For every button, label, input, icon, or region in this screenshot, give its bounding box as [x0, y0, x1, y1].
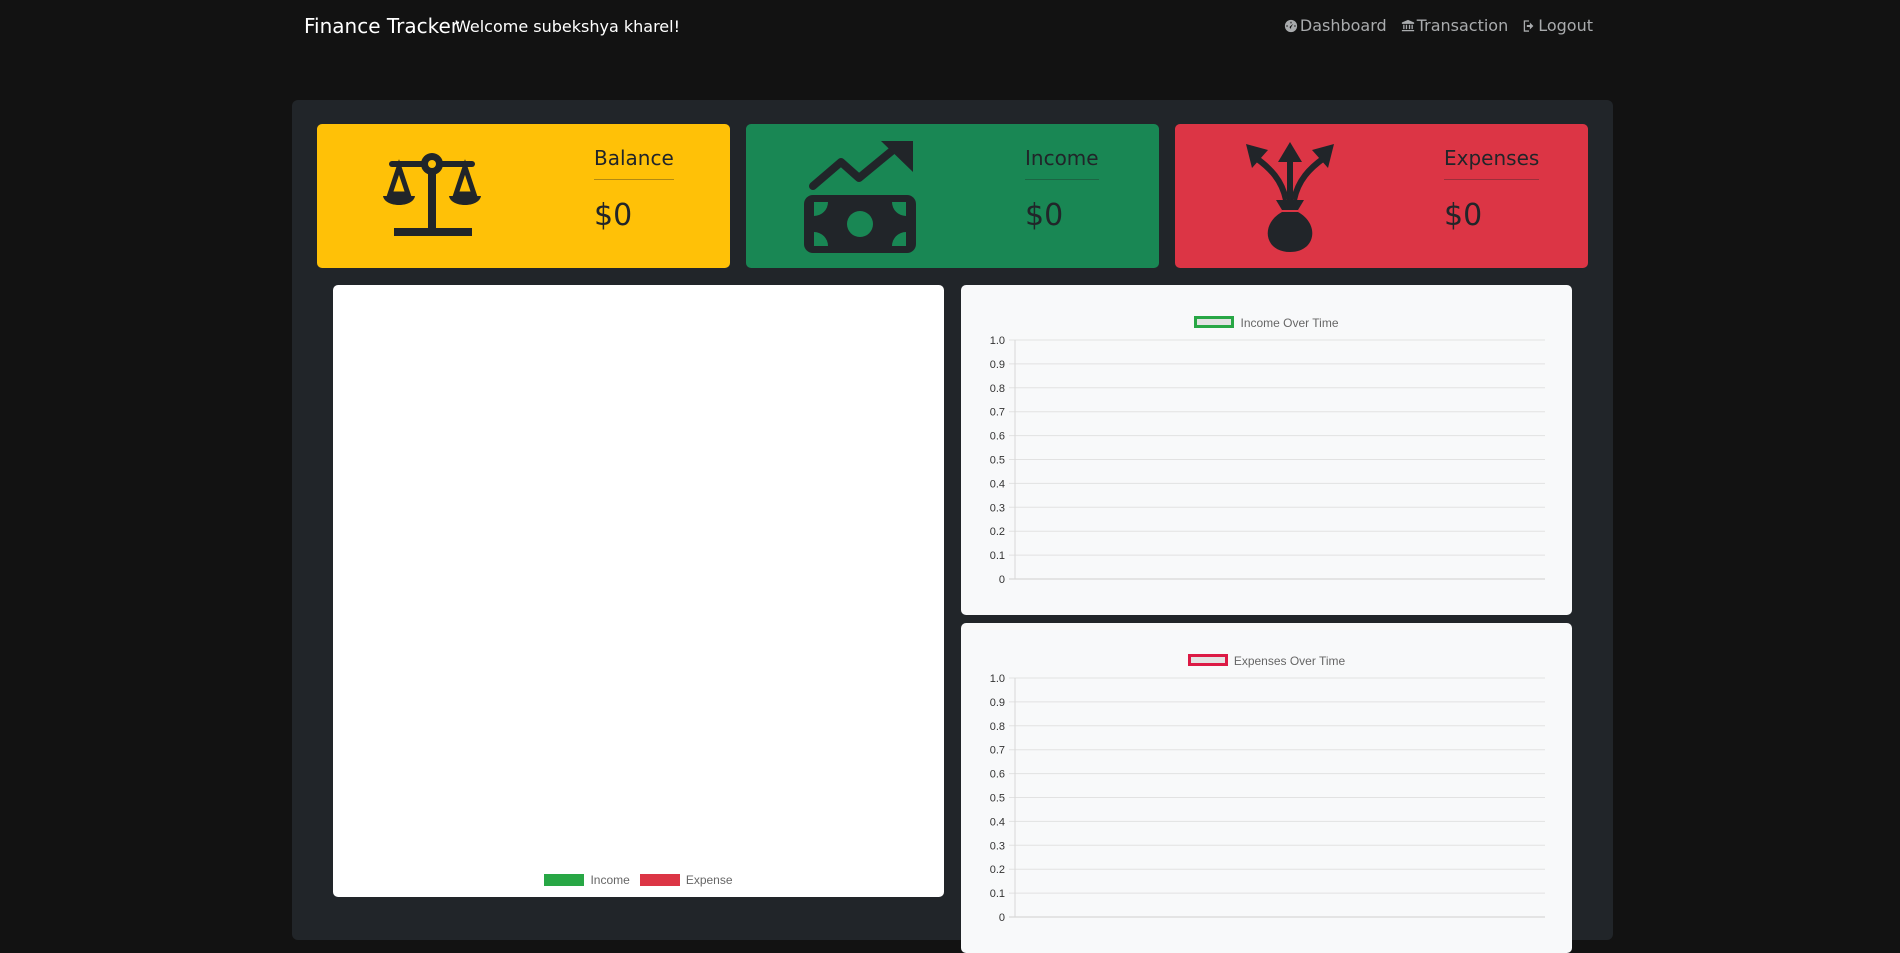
expenses-over-time-chart: Expenses Over Time 1.0 0.9 0.8 0.7 0.6 0.5 0.4…	[961, 623, 1572, 953]
expenses-line-ytick-label: 0.8	[990, 721, 1005, 733]
nav-transaction-link[interactable]: Transaction	[1401, 16, 1509, 35]
income-line-ytick-label: 0.5	[990, 455, 1005, 467]
income-line-ytick-label: 1.0	[990, 335, 1005, 347]
nav-logout-link[interactable]: Logout	[1522, 16, 1593, 35]
expenses-line-ytick-label: 0.9	[990, 697, 1005, 709]
speedometer-icon	[1284, 19, 1297, 32]
balance-amount: $0	[594, 198, 633, 233]
income-expense-bar-chart: Income Expense	[333, 285, 944, 897]
nav-links: Dashboard Transaction Logout	[1284, 16, 1593, 35]
expenses-info: Expenses $0	[1444, 146, 1540, 233]
welcome-message: Welcome subekshya kharel!	[455, 17, 680, 36]
income-line-ytick-label: 0.9	[990, 359, 1005, 371]
expenses-line-ytick-label: 0.1	[990, 888, 1005, 900]
income-over-time-chart: Income Over Time 1.0 0.9 0.8 0.7 0.6 0.5 0.4 0.…	[961, 285, 1572, 615]
nav-logout-label: Logout	[1538, 16, 1593, 35]
cash-trend-up-icon	[801, 138, 921, 254]
legend-item-income[interactable]: Income	[544, 873, 630, 887]
income-line-ytick-label: 0.1	[990, 550, 1005, 562]
scale-icon	[372, 138, 492, 254]
legend-swatch-income	[544, 874, 585, 886]
income-line-ytick-label: 0.2	[990, 526, 1005, 538]
legend-label-income: Income	[590, 873, 630, 887]
expenses-line-plot: 1.0 0.9 0.8 0.7 0.6 0.5 0.4 0.3 0.2 0.1 0	[990, 673, 1545, 924]
income-label: Income	[1025, 146, 1099, 180]
balance-card: Balance $0	[317, 124, 730, 268]
balance-label: Balance	[594, 146, 674, 180]
nav-transaction-label: Transaction	[1416, 16, 1509, 35]
income-line-ytick-label: 0.7	[990, 407, 1005, 419]
expenses-line-ytick-label: 1.0	[990, 673, 1005, 685]
dashboard-container: Balance $0 Income $0 Expenses $0 Income …	[292, 100, 1613, 953]
expenses-line-ytick-label: 0.2	[990, 864, 1005, 876]
income-info: Income $0	[1025, 146, 1099, 233]
nav-dashboard-label: Dashboard	[1299, 16, 1387, 35]
income-line-ytick-label: 0	[999, 574, 1005, 586]
expenses-card: Expenses $0	[1175, 124, 1588, 268]
expenses-amount: $0	[1444, 198, 1483, 233]
legend-label-expense: Expense	[685, 873, 733, 887]
expenses-line-ytick-label: 0	[999, 912, 1005, 924]
bar-chart-legend: Income Expense	[333, 873, 944, 887]
expenses-label: Expenses	[1444, 146, 1540, 180]
legend-swatch-expense	[639, 874, 680, 886]
expenses-line-ytick-label: 0.3	[990, 840, 1005, 852]
income-line-plot: 1.0 0.9 0.8 0.7 0.6 0.5 0.4 0.3 0.2 0.1 0	[990, 335, 1545, 586]
expenses-line-ytick-label: 0.4	[990, 816, 1005, 828]
brand-link[interactable]: Finance Tracker	[304, 14, 459, 38]
legend-item-expense[interactable]: Expense	[639, 873, 733, 887]
nav-dashboard-link[interactable]: Dashboard	[1284, 16, 1387, 35]
balance-info: Balance $0	[594, 146, 674, 233]
navbar: Finance Tracker Welcome subekshya kharel…	[0, 0, 1900, 52]
income-line-ytick-label: 0.4	[990, 478, 1005, 490]
expenses-line-ytick-label: 0.7	[990, 745, 1005, 757]
expenses-line-ytick-label: 0.6	[990, 769, 1005, 781]
income-line-ytick-label: 0.3	[990, 502, 1005, 514]
expenses-line-ytick-label: 0.5	[990, 793, 1005, 805]
income-card: Income $0	[746, 124, 1159, 268]
income-line-ytick-label: 0.8	[990, 383, 1005, 395]
money-bag-arrows-icon	[1230, 138, 1350, 254]
logout-icon	[1523, 19, 1534, 32]
income-amount: $0	[1025, 198, 1064, 233]
income-line-ytick-label: 0.6	[990, 431, 1005, 443]
bank-icon	[1401, 19, 1414, 31]
